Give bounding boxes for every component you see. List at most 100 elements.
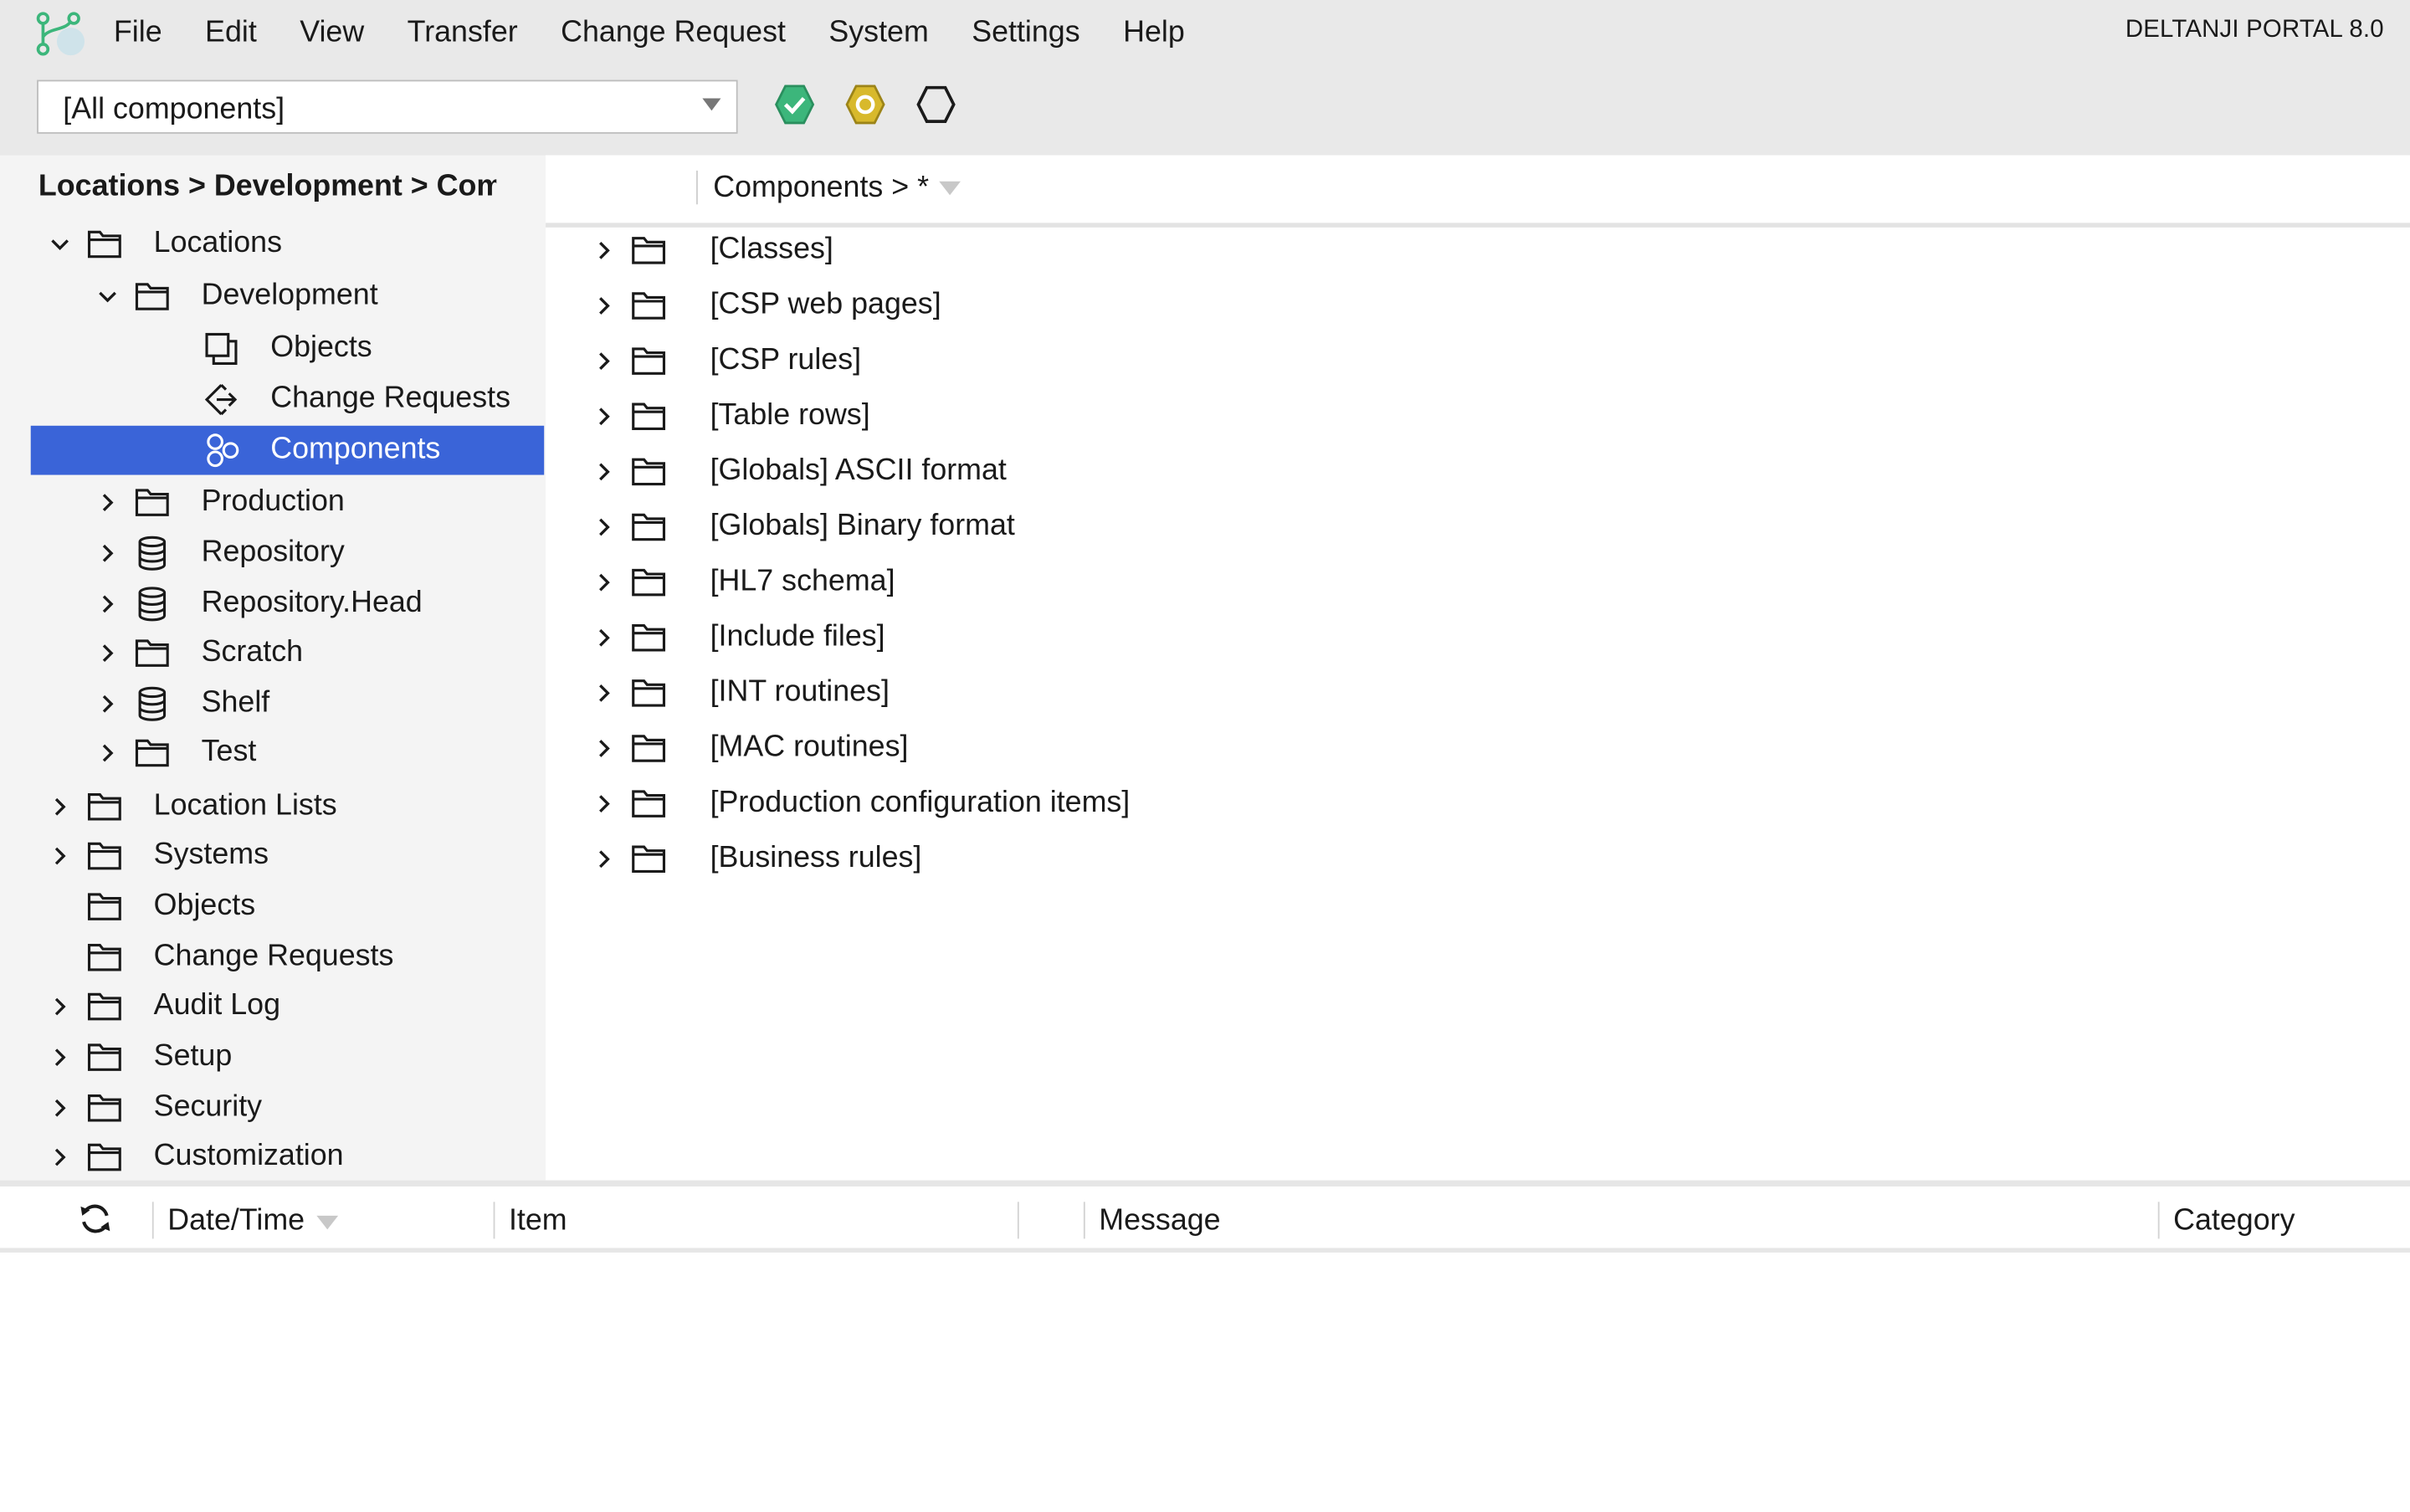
- folder-icon: [135, 739, 169, 767]
- tree-item-objects[interactable]: Objects: [31, 325, 544, 374]
- component-row[interactable]: [MAC routines]: [546, 720, 2410, 776]
- chevron-right-icon[interactable]: [99, 694, 117, 713]
- chevron-right-icon[interactable]: [595, 573, 613, 592]
- tree-item-systems[interactable]: Systems: [31, 832, 544, 881]
- warning-hexagon-icon[interactable]: [844, 83, 886, 126]
- folder-icon: [632, 458, 666, 486]
- chevron-right-icon[interactable]: [51, 847, 69, 865]
- chevron-right-icon[interactable]: [595, 463, 613, 481]
- chevron-right-icon[interactable]: [51, 1048, 69, 1067]
- tree-item-label: Location Lists: [153, 788, 337, 823]
- tree-item-customization[interactable]: Customization: [31, 1133, 544, 1181]
- folder-icon: [87, 893, 121, 920]
- deltanji-logo-icon[interactable]: [33, 9, 85, 59]
- database-icon: [138, 536, 167, 571]
- product-name: DELTANJI PORTAL 8.0: [2125, 17, 2384, 44]
- tree-item-test[interactable]: Test: [31, 729, 544, 778]
- chevron-down-icon[interactable]: [702, 98, 721, 111]
- tree-item-development[interactable]: Development: [31, 272, 544, 321]
- component-browser-header: Components > *: [546, 156, 2410, 228]
- chevron-right-icon[interactable]: [595, 241, 613, 259]
- menu-edit[interactable]: Edit: [205, 15, 257, 49]
- menu-file[interactable]: File: [114, 15, 162, 49]
- menu-settings[interactable]: Settings: [972, 15, 1079, 49]
- component-row-label: [CSP web pages]: [710, 287, 941, 321]
- component-row[interactable]: [Globals] ASCII format: [546, 444, 2410, 500]
- chevron-right-icon[interactable]: [595, 795, 613, 813]
- tree-item-label: Development: [201, 278, 378, 312]
- component-row[interactable]: [CSP web pages]: [546, 278, 2410, 333]
- folder-icon: [135, 283, 169, 310]
- chevron-right-icon[interactable]: [51, 997, 69, 1016]
- component-row[interactable]: [Business rules]: [546, 832, 2410, 887]
- tree-item-change-requests[interactable]: Change Requests: [31, 933, 544, 982]
- tree-item-location-lists[interactable]: Location Lists: [31, 782, 544, 832]
- component-row[interactable]: [CSP rules]: [546, 334, 2410, 389]
- tree-item-label: Shelf: [201, 685, 270, 720]
- chevron-right-icon[interactable]: [595, 407, 613, 426]
- tree-item-repository[interactable]: Repository: [31, 529, 544, 578]
- database-icon: [138, 686, 167, 721]
- objects-icon: [205, 332, 238, 365]
- component-filter-dropdown[interactable]: [All components]: [37, 79, 738, 134]
- menu-transfer[interactable]: Transfer: [408, 15, 518, 49]
- chevron-right-icon[interactable]: [99, 744, 117, 762]
- column-header-message[interactable]: Message: [1099, 1203, 1220, 1238]
- tree-item-production[interactable]: Production: [31, 478, 544, 527]
- sort-down-icon[interactable]: [316, 1215, 339, 1230]
- chevron-right-icon[interactable]: [595, 739, 613, 757]
- component-path[interactable]: Components > *: [713, 171, 929, 206]
- main-menu: File Edit View Transfer Change Request System…: [114, 15, 1228, 49]
- menu-change-request[interactable]: Change Request: [561, 15, 786, 49]
- chevron-right-icon[interactable]: [595, 352, 613, 371]
- chevron-right-icon[interactable]: [595, 628, 613, 647]
- column-header-datetime[interactable]: Date/Time: [167, 1203, 305, 1238]
- chevron-right-icon[interactable]: [595, 684, 613, 702]
- chevron-right-icon[interactable]: [51, 1099, 69, 1117]
- chevron-right-icon[interactable]: [595, 518, 613, 536]
- component-row[interactable]: [INT routines]: [546, 665, 2410, 720]
- tree-item-change-requests[interactable]: Change Requests: [31, 375, 544, 424]
- chevron-down-icon[interactable]: [51, 235, 69, 254]
- menu-view[interactable]: View: [300, 15, 364, 49]
- component-row[interactable]: [Include files]: [546, 610, 2410, 665]
- column-header-category[interactable]: Category: [2173, 1203, 2295, 1238]
- folder-icon: [87, 793, 121, 821]
- chevron-right-icon[interactable]: [51, 1148, 69, 1166]
- component-row[interactable]: [Globals] Binary format: [546, 500, 2410, 555]
- tree-item-security[interactable]: Security: [31, 1084, 544, 1133]
- tree-item-components[interactable]: Components: [30, 425, 545, 475]
- change-request-icon: [204, 383, 238, 416]
- component-row[interactable]: [Classes]: [546, 223, 2410, 278]
- chevron-right-icon[interactable]: [51, 797, 69, 816]
- component-row[interactable]: [HL7 schema]: [546, 555, 2410, 610]
- chevron-right-icon[interactable]: [99, 544, 117, 562]
- folder-icon: [87, 1043, 121, 1071]
- tree-item-label: Repository.Head: [201, 585, 423, 620]
- component-row-label: [Globals] Binary format: [710, 508, 1015, 543]
- chevron-right-icon[interactable]: [99, 595, 117, 613]
- tree-item-setup[interactable]: Setup: [31, 1033, 544, 1082]
- refresh-icon[interactable]: [77, 1200, 114, 1237]
- chevron-right-icon[interactable]: [595, 850, 613, 869]
- folder-icon: [632, 347, 666, 375]
- component-row[interactable]: [Production configuration items]: [546, 777, 2410, 832]
- component-row[interactable]: [Table rows]: [546, 389, 2410, 444]
- folder-icon: [87, 230, 121, 259]
- chevron-right-icon[interactable]: [99, 494, 117, 512]
- menu-system[interactable]: System: [828, 15, 928, 49]
- tree-item-repository-head[interactable]: Repository.Head: [31, 579, 544, 628]
- chevron-right-icon[interactable]: [595, 296, 613, 315]
- column-header-item[interactable]: Item: [509, 1203, 567, 1238]
- empty-hexagon-icon[interactable]: [915, 83, 957, 126]
- tree-item-audit-log[interactable]: Audit Log: [31, 982, 544, 1032]
- tree-item-locations[interactable]: Locations: [31, 220, 544, 269]
- chevron-down-icon[interactable]: [99, 287, 117, 305]
- chevron-right-icon[interactable]: [99, 644, 117, 663]
- tree-item-scratch[interactable]: Scratch: [31, 628, 544, 678]
- chevron-down-icon[interactable]: [939, 181, 961, 196]
- tree-item-shelf[interactable]: Shelf: [31, 679, 544, 729]
- check-hexagon-icon[interactable]: [773, 83, 816, 126]
- tree-item-objects[interactable]: Objects: [31, 882, 544, 931]
- menu-help[interactable]: Help: [1123, 15, 1185, 49]
